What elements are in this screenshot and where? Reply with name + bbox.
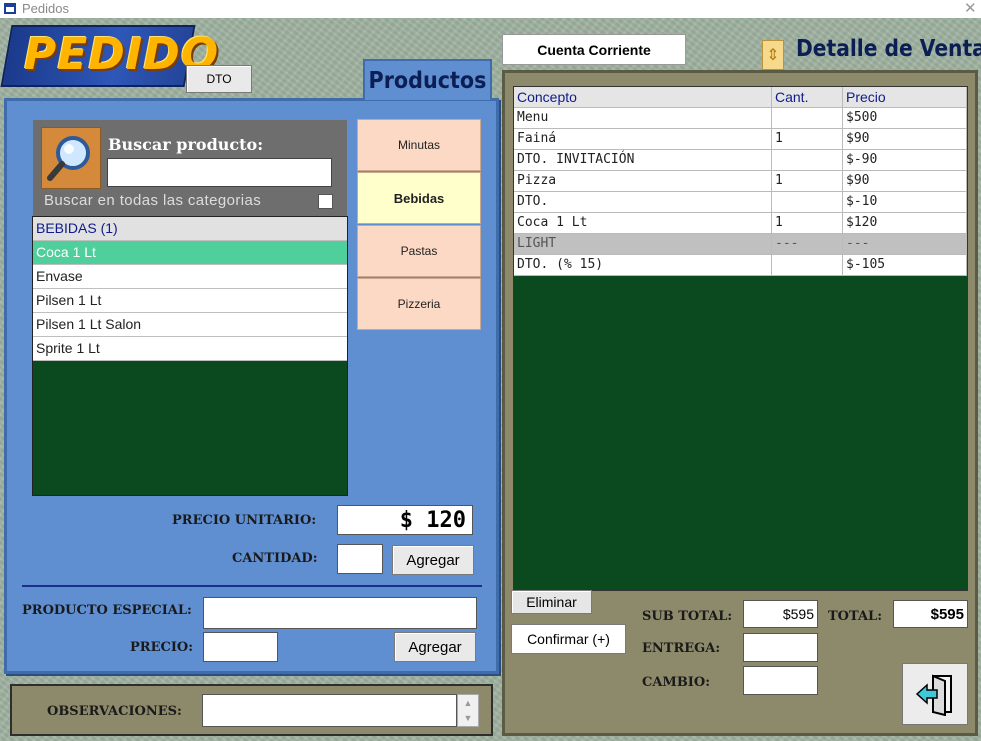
column-header-concepto: Concepto (514, 87, 772, 108)
special-product-input[interactable] (203, 597, 477, 629)
chevron-up-icon[interactable]: ▲ (464, 698, 473, 708)
entrega-input[interactable] (743, 633, 818, 662)
list-item[interactable]: Coca 1 Lt (33, 241, 347, 265)
cambio-value (743, 666, 818, 695)
cuenta-corriente-button[interactable]: Cuenta Corriente (502, 34, 686, 65)
subtotal-label: SUB TOTAL: (642, 609, 733, 624)
unit-price-label: PRECIO UNITARIO: (172, 513, 317, 528)
cell-concepto: DTO. INVITACIÓN (514, 150, 772, 171)
cell-precio: $500 (843, 108, 967, 129)
unit-price-value: $ 120 (337, 505, 473, 535)
exit-button[interactable] (902, 663, 968, 725)
search-all-categories-checkbox[interactable] (318, 194, 333, 209)
special-price-input[interactable] (203, 632, 278, 662)
search-all-categories-label: Buscar en todas las categorias (44, 192, 262, 209)
table-header: Concepto Cant. Precio (514, 87, 967, 108)
search-label: Buscar producto: (108, 135, 264, 154)
chevron-down-icon[interactable]: ▼ (464, 713, 473, 723)
table-row[interactable]: Coca 1 Lt 1 $120 (514, 213, 967, 234)
cell-cant: --- (772, 234, 843, 255)
table-row[interactable]: DTO. $-10 (514, 192, 967, 213)
cell-precio: --- (843, 234, 967, 255)
exit-door-icon (915, 674, 952, 716)
add-product-button[interactable]: Agregar (392, 545, 474, 575)
cell-cant (772, 192, 843, 213)
observations-input[interactable] (202, 694, 457, 727)
confirmar-button[interactable]: Confirmar (+) (511, 624, 626, 654)
cambio-label: CAMBIO: (642, 675, 711, 690)
detalle-venta-title: Detalle de Venta (796, 36, 981, 62)
column-header-precio: Precio (843, 87, 967, 108)
entrega-label: ENTREGA: (642, 641, 721, 656)
cell-precio: $-10 (843, 192, 967, 213)
cell-cant: 1 (772, 213, 843, 234)
total-label: TOTAL: (828, 609, 882, 624)
special-product-label: PRODUCTO ESPECIAL: (22, 603, 192, 618)
list-item[interactable]: Envase (33, 265, 347, 289)
table-row[interactable]: Fainá 1 $90 (514, 129, 967, 150)
dto-button[interactable]: DTO (186, 65, 252, 93)
cell-cant: 1 (772, 171, 843, 192)
productos-tab-label: Productos (368, 67, 487, 94)
cell-cant: 1 (772, 129, 843, 150)
table-row[interactable]: LIGHT --- --- (514, 234, 967, 255)
table-row[interactable]: Menu $500 (514, 108, 967, 129)
sort-icon[interactable]: ⇕ (762, 40, 784, 70)
close-icon[interactable]: ✕ (964, 0, 977, 17)
cell-concepto: Menu (514, 108, 772, 129)
column-header-cant: Cant. (772, 87, 843, 108)
total-value: $595 (893, 600, 968, 628)
cell-cant (772, 150, 843, 171)
eliminar-button[interactable]: Eliminar (511, 590, 592, 614)
category-pastas-button[interactable]: Pastas (357, 225, 481, 277)
window-title: Pedidos (22, 1, 69, 16)
observations-scrollbar[interactable]: ▲ ▼ (457, 694, 479, 727)
search-input[interactable] (107, 158, 332, 187)
cell-precio: $-90 (843, 150, 967, 171)
quantity-label: CANTIDAD: (232, 551, 318, 566)
add-special-button[interactable]: Agregar (394, 632, 476, 662)
category-pizzeria-button[interactable]: Pizzeria (357, 278, 481, 330)
list-item[interactable]: Sprite 1 Lt (33, 337, 347, 361)
cell-precio: $120 (843, 213, 967, 234)
cell-concepto: DTO. (% 15) (514, 255, 772, 276)
cell-precio: $90 (843, 171, 967, 192)
cell-concepto: Pizza (514, 171, 772, 192)
list-item[interactable]: Pilsen 1 Lt Salon (33, 313, 347, 337)
app-icon (4, 3, 16, 14)
table-row[interactable]: DTO. (% 15) $-105 (514, 255, 967, 276)
sale-detail-table[interactable]: Concepto Cant. Precio Menu $500 Fainá 1 … (513, 86, 968, 591)
table-row[interactable]: Pizza 1 $90 (514, 171, 967, 192)
cell-concepto: LIGHT (514, 234, 772, 255)
divider (22, 585, 482, 587)
productos-tab: Productos (363, 59, 492, 100)
quantity-input[interactable] (337, 544, 383, 574)
subtotal-value: $595 (743, 600, 818, 628)
search-icon (41, 127, 101, 189)
price-label: PRECIO: (130, 640, 194, 655)
cell-concepto: Coca 1 Lt (514, 213, 772, 234)
cell-precio: $-105 (843, 255, 967, 276)
list-item[interactable]: Pilsen 1 Lt (33, 289, 347, 313)
category-minutas-button[interactable]: Minutas (357, 119, 481, 171)
cell-cant (772, 108, 843, 129)
cell-precio: $90 (843, 129, 967, 150)
category-bebidas-button[interactable]: Bebidas (357, 172, 481, 224)
observations-label: OBSERVACIONES: (47, 704, 182, 719)
table-row[interactable]: DTO. INVITACIÓN $-90 (514, 150, 967, 171)
cell-cant (772, 255, 843, 276)
product-list[interactable]: BEBIDAS (1) Coca 1 Lt Envase Pilsen 1 Lt… (32, 216, 348, 496)
cell-concepto: DTO. (514, 192, 772, 213)
product-list-header: BEBIDAS (1) (33, 217, 347, 241)
title-bar: Pedidos ✕ (0, 0, 981, 18)
cell-concepto: Fainá (514, 129, 772, 150)
